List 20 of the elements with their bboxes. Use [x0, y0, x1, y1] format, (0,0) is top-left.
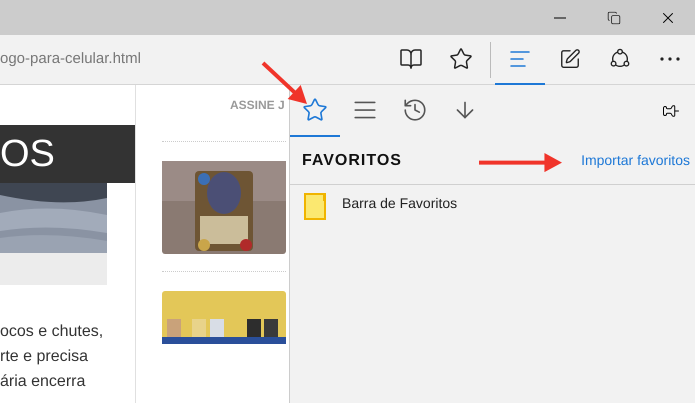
share-icon: [609, 48, 631, 70]
more-icon: [660, 56, 680, 60]
folder-label: Barra de Favoritos: [342, 194, 458, 213]
folder-icon: [304, 193, 328, 221]
panel-title: FAVORITOS: [302, 150, 402, 170]
star-icon: [449, 46, 473, 70]
history-icon: [402, 97, 428, 123]
article-text: rte e precisa: [0, 347, 90, 367]
pen-icon: [559, 48, 581, 70]
article-text: ária encerra: [0, 372, 86, 392]
article-text: ocos e chutes,: [0, 322, 104, 342]
minimize-icon: [554, 16, 566, 18]
page-heading: OS: [0, 135, 55, 173]
star-icon: [302, 97, 328, 123]
import-favorites-link[interactable]: Importar favoritos: [581, 150, 690, 171]
favorites-folder[interactable]: Barra de Favoritos: [290, 185, 695, 225]
subscribe-link[interactable]: ASSINE J: [230, 96, 285, 114]
restore-icon: [607, 10, 621, 24]
book-icon: [399, 46, 423, 70]
url-text[interactable]: ogo-para-celular.html: [0, 48, 386, 71]
